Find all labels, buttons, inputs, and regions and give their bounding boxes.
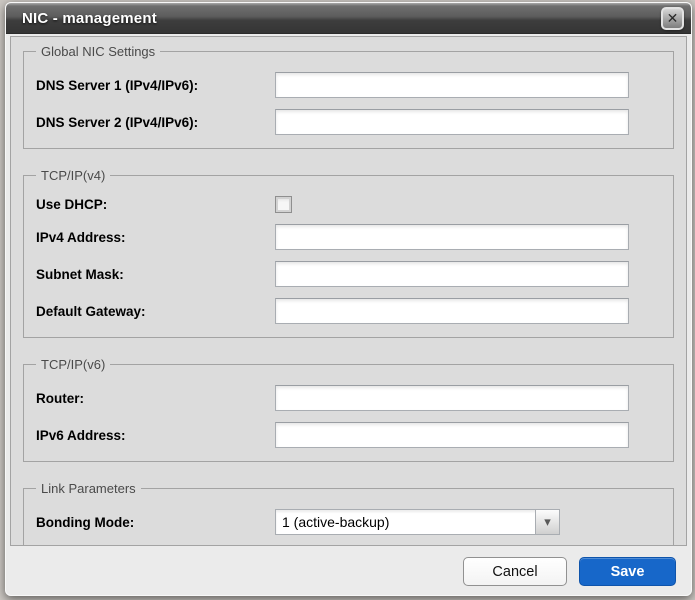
ipv4-address-label: IPv4 Address: bbox=[29, 230, 275, 245]
close-icon: ✕ bbox=[667, 11, 679, 25]
dns-server-1-label: DNS Server 1 (IPv4/IPv6): bbox=[29, 78, 275, 93]
close-button[interactable]: ✕ bbox=[661, 7, 684, 30]
form-row: IPv4 Address: bbox=[29, 224, 629, 250]
subnet-mask-label: Subnet Mask: bbox=[29, 267, 275, 282]
section-link-parameters: Link Parameters Bonding Mode: 1 (active-… bbox=[23, 481, 674, 546]
chevron-down-icon: ▾ bbox=[544, 514, 551, 530]
form-row: Default Gateway: bbox=[29, 298, 629, 324]
section-tcp-ip-v6: TCP/IP(v6) Router: IPv6 Address: bbox=[23, 357, 674, 462]
ipv4-address-input[interactable] bbox=[275, 224, 629, 250]
bonding-mode-select[interactable]: 1 (active-backup) ▾ bbox=[275, 509, 560, 535]
bonding-mode-label: Bonding Mode: bbox=[29, 515, 275, 530]
section-legend: Link Parameters bbox=[36, 481, 141, 496]
use-dhcp-checkbox[interactable] bbox=[275, 196, 292, 213]
save-button[interactable]: Save bbox=[579, 557, 676, 586]
form-row: Subnet Mask: bbox=[29, 261, 629, 287]
section-legend: TCP/IP(v4) bbox=[36, 168, 110, 183]
use-dhcp-label: Use DHCP: bbox=[29, 197, 275, 212]
dns-server-2-label: DNS Server 2 (IPv4/IPv6): bbox=[29, 115, 275, 130]
ipv6-address-input[interactable] bbox=[275, 422, 629, 448]
dialog-content-panel: Global NIC Settings DNS Server 1 (IPv4/I… bbox=[10, 36, 687, 546]
ipv6-address-label: IPv6 Address: bbox=[29, 428, 275, 443]
dropdown-trigger-button[interactable]: ▾ bbox=[535, 510, 559, 534]
cancel-button[interactable]: Cancel bbox=[463, 557, 567, 586]
router-input[interactable] bbox=[275, 385, 629, 411]
dns-server-1-input[interactable] bbox=[275, 72, 629, 98]
dialog-footer: Cancel Save bbox=[5, 547, 692, 596]
nic-management-dialog: NIC - management ✕ Global NIC Settings D… bbox=[5, 2, 692, 596]
form-row: Bonding Mode: 1 (active-backup) ▾ bbox=[29, 509, 629, 535]
form-row: IPv6 Address: bbox=[29, 422, 629, 448]
subnet-mask-input[interactable] bbox=[275, 261, 629, 287]
bonding-mode-value: 1 (active-backup) bbox=[276, 510, 535, 534]
section-legend: Global NIC Settings bbox=[36, 44, 160, 59]
section-global-nic-settings: Global NIC Settings DNS Server 1 (IPv4/I… bbox=[23, 44, 674, 149]
default-gateway-input[interactable] bbox=[275, 298, 629, 324]
dialog-titlebar[interactable]: NIC - management ✕ bbox=[6, 3, 691, 34]
form-row: DNS Server 1 (IPv4/IPv6): bbox=[29, 72, 629, 98]
dns-server-2-input[interactable] bbox=[275, 109, 629, 135]
default-gateway-label: Default Gateway: bbox=[29, 304, 275, 319]
form-row: DNS Server 2 (IPv4/IPv6): bbox=[29, 109, 629, 135]
section-legend: TCP/IP(v6) bbox=[36, 357, 110, 372]
section-tcp-ip-v4: TCP/IP(v4) Use DHCP: IPv4 Address: Subne… bbox=[23, 168, 674, 338]
router-label: Router: bbox=[29, 391, 275, 406]
dialog-title: NIC - management bbox=[22, 10, 661, 27]
form-row: Router: bbox=[29, 385, 629, 411]
form-row: Use DHCP: bbox=[29, 196, 629, 213]
